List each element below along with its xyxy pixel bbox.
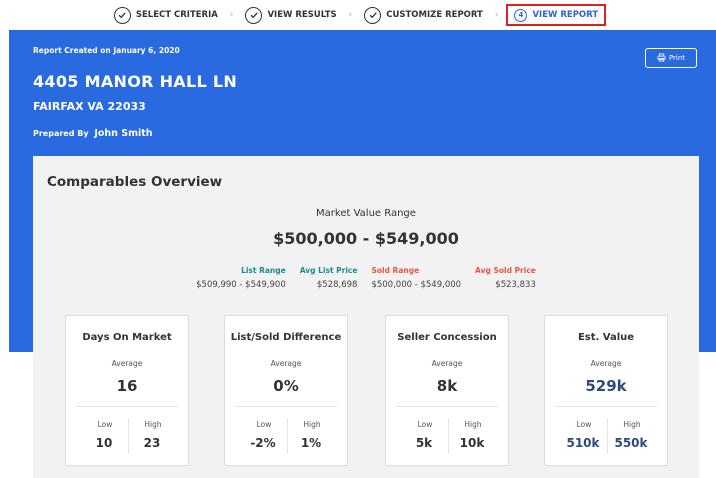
card-title: Days On Market	[82, 332, 172, 343]
high-value: 23	[143, 436, 161, 450]
step-label: SELECT CRITERIA	[135, 10, 218, 20]
low-value: 5k	[415, 436, 433, 450]
step-view-report[interactable]: 4 VIEW REPORT	[506, 4, 607, 26]
divider	[555, 406, 657, 407]
divider	[396, 406, 498, 407]
divider	[76, 406, 178, 407]
average-value: 8k	[436, 377, 458, 395]
chevron-right-icon: ›	[229, 10, 234, 20]
report-created-date: Report Created on January 6, 2020	[33, 46, 180, 55]
step-customize-report[interactable]: CUSTOMIZE REPORT	[360, 4, 487, 26]
prepared-by-label: Prepared By	[33, 129, 89, 138]
average-value: 0%	[273, 377, 299, 395]
high-value: 550k	[614, 436, 648, 450]
divider	[235, 406, 337, 407]
progress-stepper: SELECT CRITERIA › VIEW RESULTS › CUSTOMI…	[0, 0, 716, 30]
low-value: 10	[95, 436, 113, 450]
print-button[interactable]: Print	[645, 48, 697, 68]
avg-sold-price-label: Avg Sold Price	[475, 266, 536, 275]
avg-list-price-value: $528,698	[316, 280, 358, 290]
chevron-right-icon: ›	[494, 10, 499, 20]
prepared-by-name: John Smith	[94, 128, 153, 139]
step-number: 4	[514, 8, 528, 22]
high-label: High	[623, 420, 641, 429]
checkmark-icon	[245, 6, 263, 24]
high-label: High	[303, 420, 321, 429]
property-city-state-zip: FAIRFAX VA 22033	[33, 100, 146, 113]
average-label: Average	[590, 359, 622, 368]
prepared-by: Prepared By John Smith	[33, 128, 153, 139]
list-range: List Range $509,990 - $549,900	[196, 266, 286, 290]
market-value-range-label: Market Value Range	[316, 208, 416, 219]
low-label: Low	[97, 420, 113, 429]
chevron-right-icon: ›	[348, 10, 353, 20]
market-value-range: $500,000 - $549,000	[273, 229, 459, 248]
print-label: Print	[668, 54, 686, 62]
printer-icon	[657, 52, 666, 64]
high-value: 1%	[300, 436, 322, 450]
avg-list-price: Avg List Price $528,698	[300, 266, 358, 290]
checkmark-icon	[113, 6, 131, 24]
price-ranges: List Range $509,990 - $549,900 Avg List …	[33, 266, 699, 290]
panel-title: Comparables Overview	[47, 174, 223, 190]
high-label: High	[144, 420, 162, 429]
low-label: Low	[576, 420, 592, 429]
average-value: 529k	[585, 377, 627, 395]
avg-list-price-label: Avg List Price	[299, 266, 358, 275]
step-label: CUSTOMIZE REPORT	[386, 10, 483, 20]
list-sold-difference-card: List/Sold Difference Average 0% Low -2% …	[224, 315, 348, 466]
estimated-value-card: Est. Value Average 529k Low 510k High 55…	[544, 315, 668, 466]
checkmark-icon	[364, 6, 382, 24]
low-value: -2%	[250, 436, 276, 450]
card-title: Seller Concession	[397, 332, 497, 343]
card-title: List/Sold Difference	[230, 332, 342, 343]
card-title: Est. Value	[577, 332, 635, 343]
property-address: 4405 MANOR HALL LN	[33, 72, 238, 91]
days-on-market-card: Days On Market Average 16 Low 10 High 23	[65, 315, 189, 466]
step-select-criteria[interactable]: SELECT CRITERIA	[110, 4, 222, 26]
step-view-results[interactable]: VIEW RESULTS	[241, 4, 340, 26]
step-label: VIEW REPORT	[532, 10, 599, 20]
low-value: 510k	[566, 436, 600, 450]
average-label: Average	[431, 359, 463, 368]
high-label: High	[464, 420, 482, 429]
step-label: VIEW RESULTS	[267, 10, 337, 20]
sold-range-value: $500,000 - $549,000	[371, 280, 462, 290]
average-value: 16	[116, 377, 138, 395]
high-value: 10k	[459, 436, 485, 450]
sold-range: Sold Range $500,000 - $549,000	[371, 266, 461, 290]
list-range-value: $509,990 - $549,900	[196, 280, 286, 290]
average-label: Average	[111, 359, 143, 368]
sold-range-label: Sold Range	[371, 266, 420, 275]
comparables-overview-panel: Comparables Overview Market Value Range …	[33, 156, 699, 478]
low-label: Low	[256, 420, 272, 429]
average-label: Average	[270, 359, 302, 368]
avg-sold-price: Avg Sold Price $523,833	[475, 266, 536, 290]
list-range-label: List Range	[241, 266, 286, 275]
low-label: Low	[417, 420, 433, 429]
avg-sold-price-value: $523,833	[495, 280, 536, 290]
seller-concession-card: Seller Concession Average 8k Low 5k High…	[385, 315, 509, 466]
